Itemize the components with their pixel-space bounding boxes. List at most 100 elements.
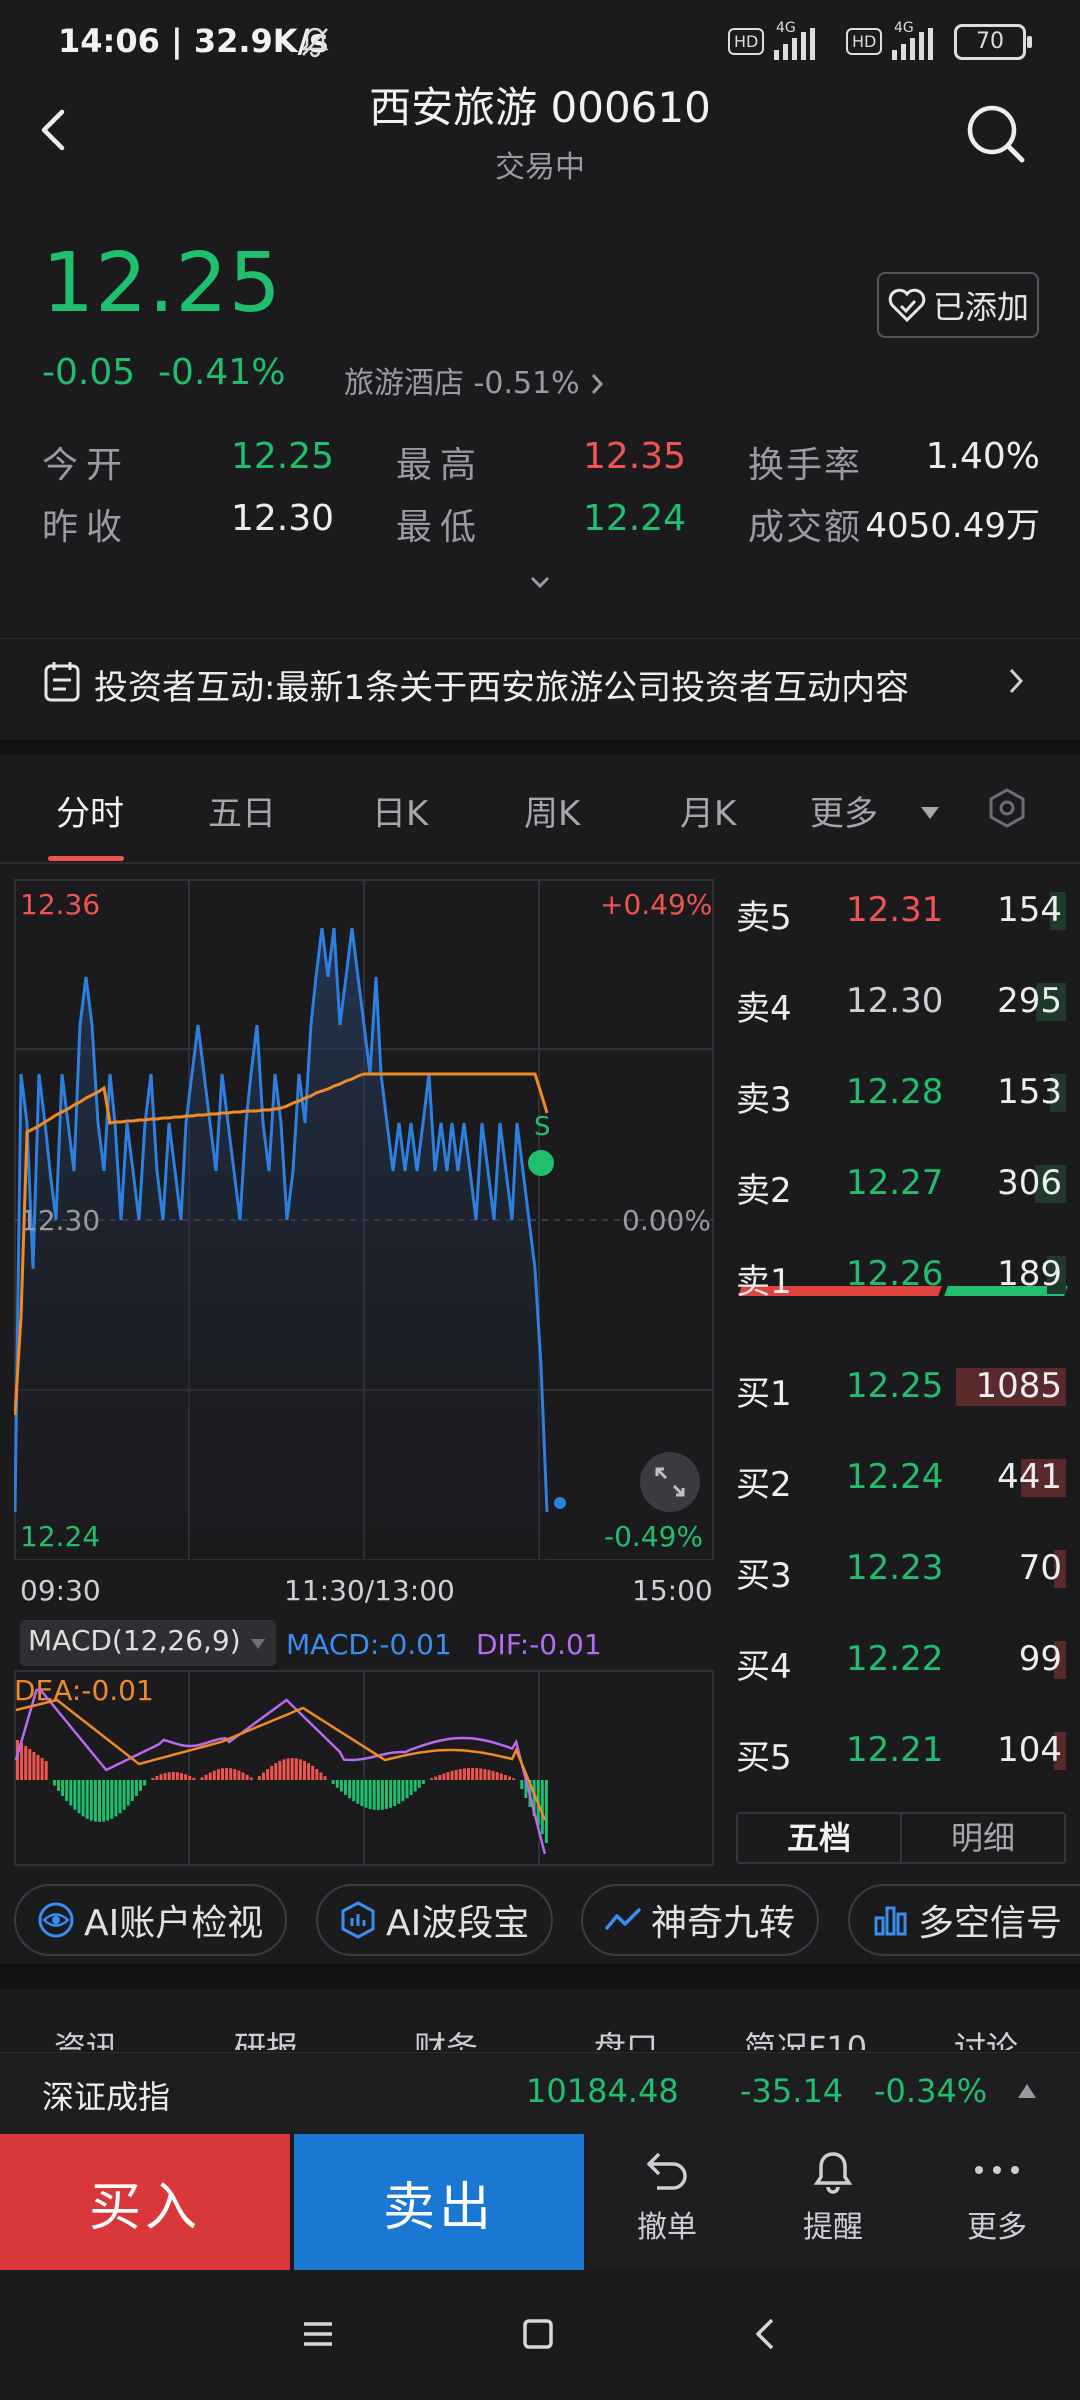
fullscreen-button[interactable]: [640, 1452, 700, 1512]
axis-price-mid: 12.30: [20, 1204, 101, 1237]
eye-icon: [38, 1902, 74, 1938]
tab-f10[interactable]: 简况F10: [744, 2026, 867, 2050]
bid-row[interactable]: 买5 12.21 104: [736, 1722, 1066, 1782]
ask-row[interactable]: 卖1 12.26 189: [736, 1246, 1066, 1306]
hd-badge: HD: [728, 27, 765, 55]
search-icon[interactable]: [960, 98, 1030, 168]
open-label: 今开: [42, 445, 131, 486]
axis-time-start: 09:30: [20, 1574, 101, 1607]
home-icon[interactable]: [520, 2316, 556, 2352]
buy-button[interactable]: 买入: [0, 2134, 290, 2270]
level-price: 12.25: [846, 1366, 944, 1406]
alert-button[interactable]: 提醒: [768, 2150, 898, 2246]
long-short-signal-button[interactable]: 多空信号: [848, 1884, 1080, 1956]
magic-nine-button[interactable]: 神奇九转: [581, 1884, 820, 1956]
tab-daily-k[interactable]: 日K: [372, 786, 428, 835]
chevron-right-icon: [1009, 668, 1024, 694]
macd-selector[interactable]: MACD(12,26,9): [20, 1620, 276, 1666]
menu-icon[interactable]: [300, 2316, 336, 2352]
level-volume: 1085: [975, 1366, 1062, 1406]
ai-tool-label: AI账户检视: [84, 1903, 264, 1944]
level-label: 买3: [736, 1556, 792, 1596]
bid-row[interactable]: 买2 12.24 441: [736, 1449, 1066, 1509]
section-divider: [0, 1964, 1080, 1990]
low-value: 12.24: [582, 498, 686, 539]
tab-trade-detail[interactable]: 明细: [902, 1814, 1064, 1862]
ask-row[interactable]: 卖3 12.28 153: [736, 1064, 1066, 1124]
ask-row[interactable]: 卖5 12.31 154: [736, 882, 1066, 942]
sell-signal-dot: [528, 1150, 554, 1176]
price-change: -0.05 -0.41%: [42, 352, 285, 393]
active-tab-indicator: [48, 856, 124, 861]
low-label: 最低: [396, 507, 485, 548]
ai-tool-label: 神奇九转: [651, 1903, 796, 1944]
axis-pct-low: -0.49%: [604, 1520, 704, 1553]
settings-hexagon-icon[interactable]: [985, 786, 1029, 830]
tab-weekly-k[interactable]: 周K: [524, 786, 580, 835]
network-type: 4G: [894, 20, 914, 36]
caret-up-icon[interactable]: [1016, 2082, 1038, 2100]
ask-row[interactable]: 卖2 12.27 306: [736, 1155, 1066, 1215]
cancel-order-button[interactable]: 撤单: [602, 2150, 732, 2246]
sector-link[interactable]: 旅游酒店 -0.51%: [344, 358, 605, 402]
nav-back-icon[interactable]: [748, 2316, 784, 2352]
level-label: 卖4: [736, 989, 792, 1029]
chevron-down-icon[interactable]: [526, 572, 554, 592]
intraday-chart[interactable]: S: [14, 878, 714, 1560]
high-label: 最高: [396, 445, 485, 486]
orderbook-tabs: 五档 明细: [736, 1812, 1066, 1864]
bid-row[interactable]: 买3 12.23 70: [736, 1540, 1066, 1600]
trading-status: 交易中: [495, 150, 585, 185]
level-label: 买1: [736, 1374, 792, 1414]
tab-handicap[interactable]: 盘口: [594, 2026, 658, 2050]
tab-research[interactable]: 研报: [234, 2026, 298, 2050]
tab-five-day[interactable]: 五日: [208, 786, 276, 835]
sell-button[interactable]: 卖出: [294, 2134, 584, 2270]
trend-icon: [605, 1908, 641, 1930]
level-label: 买2: [736, 1465, 792, 1505]
amount-value: 4050.49万: [865, 506, 1040, 546]
bid-row[interactable]: 买4 12.22 99: [736, 1631, 1066, 1691]
page-title: 西安旅游 000610: [369, 83, 711, 132]
level-volume: 441: [997, 1457, 1062, 1497]
tab-more[interactable]: 更多: [810, 786, 941, 835]
tab-finance[interactable]: 财务: [414, 2026, 478, 2050]
current-price: 12.25: [42, 236, 282, 331]
more-actions-label: 更多: [967, 2210, 1027, 2245]
signal-2-icon: HD 4G: [846, 20, 934, 60]
watchlist-added-button[interactable]: 已添加: [877, 272, 1039, 338]
more-actions-button[interactable]: 更多: [932, 2150, 1062, 2246]
tab-news[interactable]: 资讯: [54, 2026, 118, 2050]
tab-discussion[interactable]: 讨论: [954, 2026, 1018, 2050]
bid-row[interactable]: 买1 12.25 1085: [736, 1358, 1066, 1418]
high-value: 12.35: [582, 436, 686, 477]
level-volume: 295: [997, 981, 1062, 1021]
level-price: 12.31: [846, 890, 944, 930]
ai-tool-label: AI波段宝: [386, 1903, 530, 1944]
level-price: 12.26: [846, 1254, 944, 1294]
tab-monthly-k[interactable]: 月K: [680, 786, 736, 835]
ai-band-button[interactable]: AI波段宝: [316, 1884, 554, 1956]
change-percent: -0.41%: [158, 352, 286, 393]
level-price: 12.22: [846, 1639, 944, 1679]
level-price: 12.28: [846, 1072, 944, 1112]
alert-label: 提醒: [803, 2210, 863, 2245]
tabs-divider: [0, 862, 1080, 864]
turnover-value: 1.40%: [925, 436, 1040, 477]
macd-selector-label: MACD(12,26,9): [28, 1624, 241, 1657]
ai-account-review-button[interactable]: AI账户检视: [14, 1884, 288, 1956]
level-volume: 153: [997, 1072, 1062, 1112]
tab-five-levels[interactable]: 五档: [738, 1814, 902, 1862]
hd-badge: HD: [846, 27, 883, 55]
section-divider: [0, 740, 1080, 754]
tab-intraday[interactable]: 分时: [56, 786, 124, 835]
clipboard-icon: [44, 662, 80, 702]
index-name: 深证成指: [42, 2078, 171, 2116]
bell-muted-icon: [301, 27, 329, 58]
level-volume: 306: [997, 1163, 1062, 1203]
ask-row[interactable]: 卖4 12.30 295: [736, 973, 1066, 1033]
level-price: 12.27: [846, 1163, 944, 1203]
prev-close-value: 12.30: [230, 498, 334, 539]
axis-pct-high: +0.49%: [600, 888, 713, 921]
level-volume: 70: [1018, 1548, 1062, 1588]
